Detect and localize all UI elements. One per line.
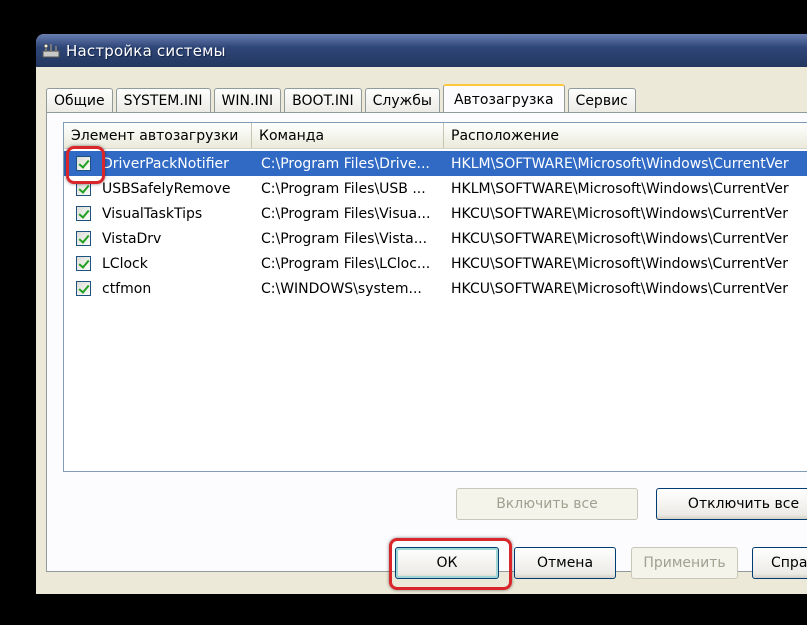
item-location: HKLM\SOFTWARE\Microsoft\Windows\CurrentV… xyxy=(451,155,789,172)
disable-all-button[interactable]: Отключить все xyxy=(656,488,807,520)
tab-general[interactable]: Общие xyxy=(46,88,113,112)
cancel-button[interactable]: Отмена xyxy=(514,547,616,579)
list-item[interactable]: VistaDrv C:\Program Files\Vista... HKCU\… xyxy=(64,226,807,251)
msconfig-icon xyxy=(42,43,60,57)
ok-button[interactable]: ОК xyxy=(395,547,499,579)
title-bar[interactable]: Настройка системы xyxy=(36,34,807,67)
column-header-location[interactable]: Расположение xyxy=(444,123,807,148)
startup-list[interactable]: Элемент автозагрузки Команда Расположени… xyxy=(63,122,807,472)
list-item[interactable]: VisualTaskTips C:\Program Files\Visua...… xyxy=(64,201,807,226)
startup-checkbox[interactable] xyxy=(75,206,91,221)
startup-checkbox[interactable] xyxy=(75,256,91,271)
tab-system-ini[interactable]: SYSTEM.INI xyxy=(115,88,211,112)
startup-checkbox[interactable] xyxy=(75,181,91,196)
apply-button[interactable]: Применить xyxy=(631,547,738,579)
item-command: C:\Program Files\USB ... xyxy=(261,180,426,197)
window-title: Настройка системы xyxy=(66,41,226,60)
tab-services[interactable]: Службы xyxy=(364,88,440,112)
enable-all-button[interactable]: Включить все xyxy=(456,488,638,520)
tab-win-ini[interactable]: WIN.INI xyxy=(213,88,282,112)
tab-strip: Общие SYSTEM.INI WIN.INI BOOT.INI Службы… xyxy=(46,84,639,113)
item-command: C:\Program Files\Visua... xyxy=(261,205,431,222)
item-name: LClock xyxy=(102,255,148,272)
item-command: C:\Program Files\LCloc... xyxy=(261,255,431,272)
item-location: HKCU\SOFTWARE\Microsoft\Windows\CurrentV… xyxy=(451,205,788,222)
startup-checkbox[interactable] xyxy=(75,281,91,296)
item-location: HKCU\SOFTWARE\Microsoft\Windows\CurrentV… xyxy=(451,230,788,247)
column-header-command[interactable]: Команда xyxy=(252,123,444,148)
column-header-item[interactable]: Элемент автозагрузки xyxy=(64,123,252,148)
item-name: ctfmon xyxy=(102,280,152,297)
item-command: C:\Program Files\Drive... xyxy=(261,155,430,172)
help-button[interactable]: Спра xyxy=(752,547,807,579)
item-location: HKCU\SOFTWARE\Microsoft\Windows\CurrentV… xyxy=(451,280,788,297)
item-location: HKLM\SOFTWARE\Microsoft\Windows\CurrentV… xyxy=(451,180,789,197)
item-command: C:\WINDOWS\system... xyxy=(261,280,422,297)
startup-panel: Элемент автозагрузки Команда Расположени… xyxy=(46,112,807,572)
item-location: HKCU\SOFTWARE\Microsoft\Windows\CurrentV… xyxy=(451,255,788,272)
startup-checkbox[interactable] xyxy=(75,156,91,171)
list-item[interactable]: DriverPackNotifier C:\Program Files\Driv… xyxy=(64,151,807,176)
tab-tools[interactable]: Сервис xyxy=(567,88,636,112)
item-command: C:\Program Files\Vista... xyxy=(261,230,428,247)
item-name: VisualTaskTips xyxy=(102,205,203,222)
tab-startup[interactable]: Автозагрузка xyxy=(442,84,565,113)
list-item[interactable]: USBSafelyRemove C:\Program Files\USB ...… xyxy=(64,176,807,201)
item-name: USBSafelyRemove xyxy=(102,180,231,197)
item-name: DriverPackNotifier xyxy=(102,155,229,172)
list-header: Элемент автозагрузки Команда Расположени… xyxy=(64,123,807,149)
tab-boot-ini[interactable]: BOOT.INI xyxy=(284,88,362,112)
item-name: VistaDrv xyxy=(102,230,162,247)
list-item[interactable]: ctfmon C:\WINDOWS\system... HKCU\SOFTWAR… xyxy=(64,276,807,301)
system-config-window: Настройка системы Общие SYSTEM.INI WIN.I… xyxy=(36,34,807,594)
startup-checkbox[interactable] xyxy=(75,231,91,246)
list-item[interactable]: LClock C:\Program Files\LCloc... HKCU\SO… xyxy=(64,251,807,276)
